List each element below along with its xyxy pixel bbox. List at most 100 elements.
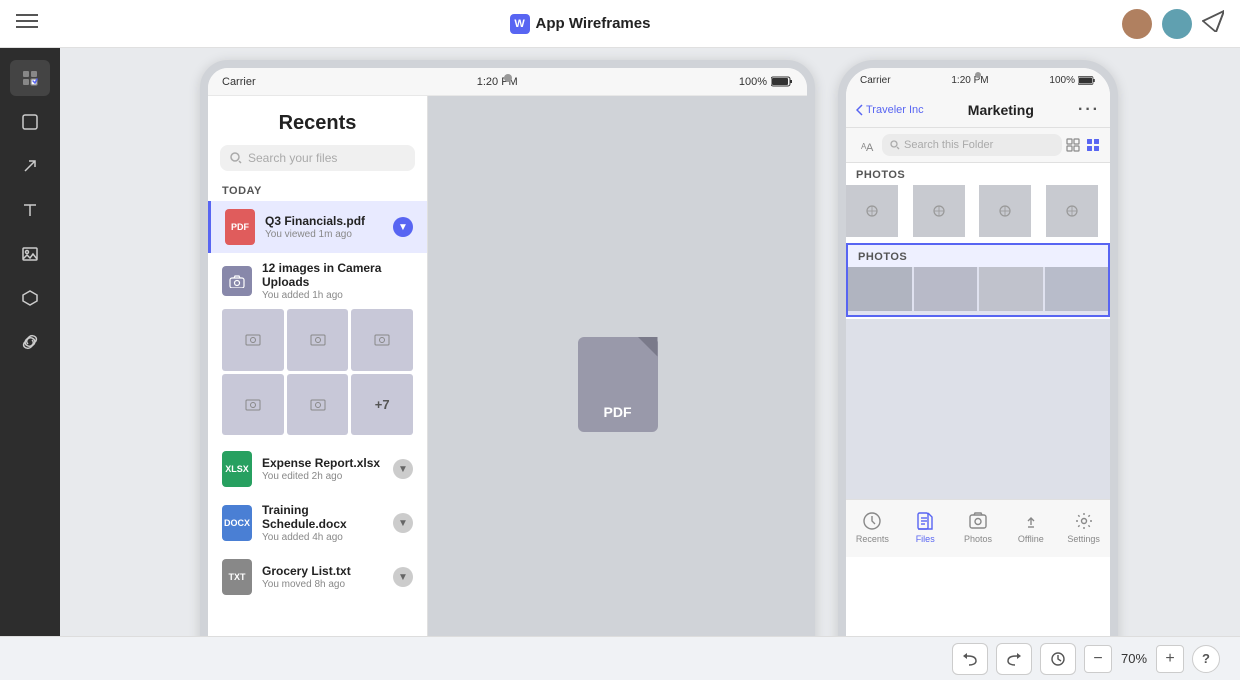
camera-thumb-more: +7 [351, 374, 413, 436]
file-icon-docx: DOCX [222, 505, 252, 541]
undo-button[interactable] [952, 643, 988, 675]
photo-thumb-1 [846, 185, 898, 237]
tool-text[interactable] [10, 192, 50, 228]
search-icon-iphone [890, 140, 900, 150]
iphone-battery: 100% [1049, 75, 1075, 86]
file-name-grocery: Grocery List.txt [262, 564, 383, 578]
file-action-grocery[interactable]: ▼ [393, 567, 413, 587]
iphone-scroll: PHOTOS [846, 163, 1110, 499]
tab-settings[interactable]: Settings [1057, 510, 1110, 544]
pdf-big-icon: PDF [578, 337, 658, 432]
file-action-q3[interactable]: ▼ [393, 217, 413, 237]
bottom-toolbar: − 70% + ? [0, 636, 1240, 680]
tab-files-label: Files [916, 534, 935, 544]
file-info-grocery: Grocery List.txt You moved 8h ago [262, 564, 383, 590]
camera-uploads-item[interactable]: 12 images in Camera Uploads You added 1h… [208, 253, 427, 443]
camera-thumb-5 [287, 374, 349, 436]
photo-thumb-2 [913, 185, 965, 237]
ipad-search[interactable]: Search your files [220, 145, 415, 171]
tab-recents[interactable]: Recents [846, 510, 899, 544]
file-item-grocery[interactable]: TXT Grocery List.txt You moved 8h ago ▼ [208, 551, 427, 603]
photo-thumb-4 [1046, 185, 1098, 237]
file-item-q3[interactable]: PDF Q3 Financials.pdf You viewed 1m ago … [208, 201, 427, 253]
zoom-in-button[interactable]: + [1156, 645, 1184, 673]
text-size-icon: A A [856, 138, 878, 152]
tab-files[interactable]: Files [899, 510, 952, 544]
ipad-body: Recents Search your files TODAY PDF [208, 96, 807, 636]
tool-frame[interactable] [10, 104, 50, 140]
hamburger-icon[interactable] [16, 13, 38, 34]
file-item-training[interactable]: DOCX Training Schedule.docx You added 4h… [208, 495, 427, 551]
tab-photos[interactable]: Photos [952, 510, 1005, 544]
zoom-out-button[interactable]: − [1084, 645, 1112, 673]
ipad-today-label: TODAY [208, 181, 427, 201]
tool-arrow[interactable] [10, 148, 50, 184]
back-chevron-icon [856, 104, 864, 116]
history-icon [1050, 651, 1066, 667]
content-area [846, 319, 1110, 499]
zoom-area: − 70% + [1084, 645, 1184, 673]
iphone-nav: Traveler Inc Marketing ··· [846, 92, 1110, 128]
iphone-search-input[interactable]: Search this Folder [882, 134, 1062, 156]
undo-icon [962, 652, 978, 666]
iphone-tabbar: Recents Files [846, 499, 1110, 557]
search-icon [230, 152, 242, 164]
more-button[interactable]: ··· [1078, 101, 1100, 119]
list-view-icon[interactable] [1086, 138, 1100, 152]
avatar-1[interactable] [1122, 9, 1152, 39]
tab-offline[interactable]: Offline [1004, 510, 1057, 544]
file-item-expense[interactable]: XLSX Expense Report.xlsx You edited 2h a… [208, 443, 427, 495]
ipad-search-placeholder: Search your files [248, 151, 337, 165]
offline-tab-icon [1020, 510, 1042, 532]
camera-name: 12 images in Camera Uploads [262, 261, 413, 289]
photos-grid-top [846, 185, 1110, 241]
tool-image[interactable] [10, 236, 50, 272]
ipad-time: 1:20 PM [477, 76, 518, 88]
help-button[interactable]: ? [1192, 645, 1220, 673]
iphone-folder-title: Marketing [930, 102, 1072, 118]
photo-bottom-1 [848, 267, 912, 311]
grid-view-icon[interactable] [1066, 138, 1080, 152]
camera-thumb-3 [351, 309, 413, 371]
photo-thumb-3 [979, 185, 1031, 237]
redo-button[interactable] [996, 643, 1032, 675]
file-meta-grocery: You moved 8h ago [262, 579, 383, 590]
ipad-status-bar: Carrier 1:20 PM 100% [208, 68, 807, 96]
zoom-level: 70% [1114, 651, 1154, 666]
recents-tab-icon [861, 510, 883, 532]
ipad-right-panel: PDF [428, 96, 807, 636]
tool-link[interactable] [10, 324, 50, 360]
tab-offline-label: Offline [1018, 534, 1044, 544]
file-info-q3: Q3 Financials.pdf You viewed 1m ago [265, 214, 383, 240]
topbar-right [1122, 9, 1224, 39]
canvas-area: Dropbox iPad Dropbox iPhone Carrier 1:20… [60, 48, 1240, 636]
tool-select[interactable] [10, 60, 50, 96]
history-button[interactable] [1040, 643, 1076, 675]
avatar-2[interactable] [1162, 9, 1192, 39]
file-action-expense[interactable]: ▼ [393, 459, 413, 479]
tab-photos-label: Photos [964, 534, 992, 544]
xlsx-label: XLSX [225, 464, 249, 474]
sidebar-tools [0, 48, 60, 636]
pdf-label: PDF [231, 222, 249, 232]
camera-header: 12 images in Camera Uploads You added 1h… [222, 261, 413, 301]
files-tab-icon [914, 510, 936, 532]
camera-icon [222, 266, 252, 296]
camera-meta: You added 1h ago [262, 290, 413, 301]
selected-section-label: PHOTOS [848, 245, 1108, 267]
back-button[interactable]: Traveler Inc [856, 104, 924, 116]
iphone-view-icons [1066, 138, 1100, 152]
camera-thumb-1 [222, 309, 284, 371]
redo-icon [1006, 652, 1022, 666]
file-action-training[interactable]: ▼ [393, 513, 413, 533]
file-info-expense: Expense Report.xlsx You edited 2h ago [262, 456, 383, 482]
file-name-training: Training Schedule.docx [262, 503, 383, 531]
app-logo: W [510, 14, 530, 34]
camera-thumb-4 [222, 374, 284, 436]
tool-component[interactable] [10, 280, 50, 316]
iphone-time: 1:20 PM [951, 75, 988, 86]
iphone-search-bar: A A Search this Folder [846, 128, 1110, 163]
file-icon-xlsx: XLSX [222, 451, 252, 487]
send-icon[interactable] [1202, 10, 1224, 37]
topbar-left [16, 13, 38, 34]
